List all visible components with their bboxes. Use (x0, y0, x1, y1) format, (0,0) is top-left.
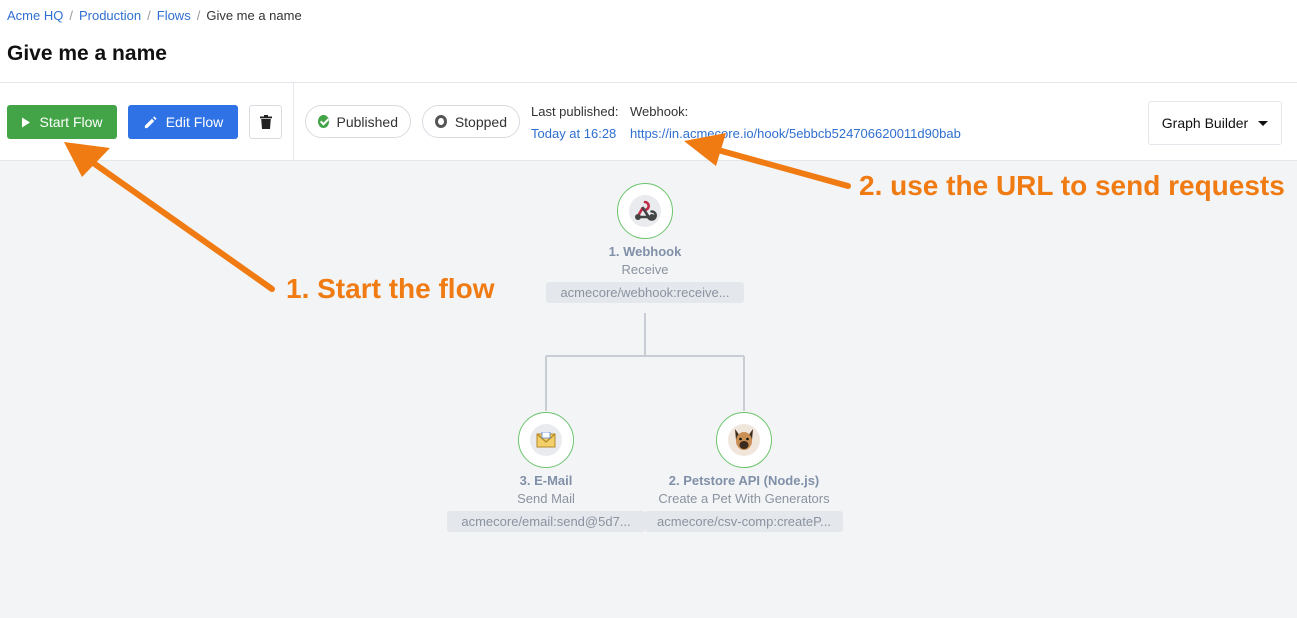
delete-flow-button[interactable] (249, 105, 282, 139)
view-mode-label: Graph Builder (1161, 115, 1249, 131)
toolbar-divider (293, 83, 294, 161)
breadcrumb: Acme HQ / Production / Flows / Give me a… (7, 8, 302, 23)
flow-node-webhook[interactable]: 1. Webhook Receive acmecore/webhook:rece… (545, 183, 745, 308)
last-published-value[interactable]: Today at 16:28 (531, 126, 616, 141)
last-published-label: Last published: (531, 104, 619, 119)
breadcrumb-environment[interactable]: Production (79, 8, 141, 23)
breadcrumb-separator: / (147, 8, 151, 23)
edit-flow-label: Edit Flow (165, 114, 224, 130)
annotation-start-flow: 1. Start the flow (286, 273, 495, 304)
node-title: 1. Webhook (608, 244, 682, 259)
flow-node-petstore[interactable]: 2. Petstore API (Node.js) Create a Pet W… (644, 412, 844, 537)
email-icon (536, 432, 556, 448)
breadcrumb-separator: / (69, 8, 73, 23)
flow-toolbar: Start Flow Edit Flow Published Stopped L… (0, 82, 1297, 161)
start-flow-button[interactable]: Start Flow (7, 105, 117, 139)
page-title: Give me a name (7, 42, 167, 65)
node-circle[interactable] (518, 412, 574, 468)
breadcrumb-flows[interactable]: Flows (157, 8, 191, 23)
view-mode-dropdown[interactable]: Graph Builder (1148, 101, 1282, 145)
play-icon (22, 117, 31, 127)
published-status-pill[interactable]: Published (305, 105, 411, 138)
webhook-label: Webhook: (630, 104, 689, 119)
node-circle[interactable] (617, 183, 673, 239)
trash-icon (259, 115, 272, 129)
pencil-icon (144, 115, 157, 128)
breadcrumb-workspace[interactable]: Acme HQ (7, 8, 63, 23)
dog-icon (735, 429, 753, 450)
check-circle-icon (318, 115, 329, 128)
webhook-url-link[interactable]: https://in.acmecore.io/hook/5ebbcb524706… (630, 126, 961, 141)
node-subtitle: Send Mail (517, 491, 575, 506)
node-component-tag: acmecore/email:send@5d7... (447, 511, 645, 532)
node-component-tag: acmecore/csv-comp:createP... (645, 511, 843, 532)
edit-flow-button[interactable]: Edit Flow (128, 105, 238, 139)
webhook-icon (635, 200, 657, 221)
stopped-status-pill[interactable]: Stopped (422, 105, 520, 138)
flow-graph-canvas[interactable]: 1. Webhook Receive acmecore/webhook:rece… (0, 161, 1297, 618)
flow-detail-page: Acme HQ / Production / Flows / Give me a… (0, 0, 1297, 618)
ring-icon (435, 115, 447, 128)
node-title: 3. E-Mail (519, 473, 573, 488)
connector-line (545, 313, 745, 411)
node-subtitle: Receive (621, 262, 669, 277)
flow-node-email[interactable]: 3. E-Mail Send Mail acmecore/email:send@… (446, 412, 646, 537)
node-title: 2. Petstore API (Node.js) (668, 473, 820, 488)
node-subtitle: Create a Pet With Generators (658, 491, 830, 506)
caret-down-icon (1258, 120, 1269, 126)
breadcrumb-current: Give me a name (206, 8, 302, 23)
node-component-tag: acmecore/webhook:receive... (546, 282, 744, 303)
published-label: Published (336, 113, 399, 130)
annotation-use-url: 2. use the URL to send requests (859, 170, 1285, 201)
breadcrumb-separator: / (196, 8, 201, 23)
node-circle[interactable] (716, 412, 772, 468)
stopped-label: Stopped (454, 113, 507, 130)
start-flow-label: Start Flow (39, 114, 103, 130)
